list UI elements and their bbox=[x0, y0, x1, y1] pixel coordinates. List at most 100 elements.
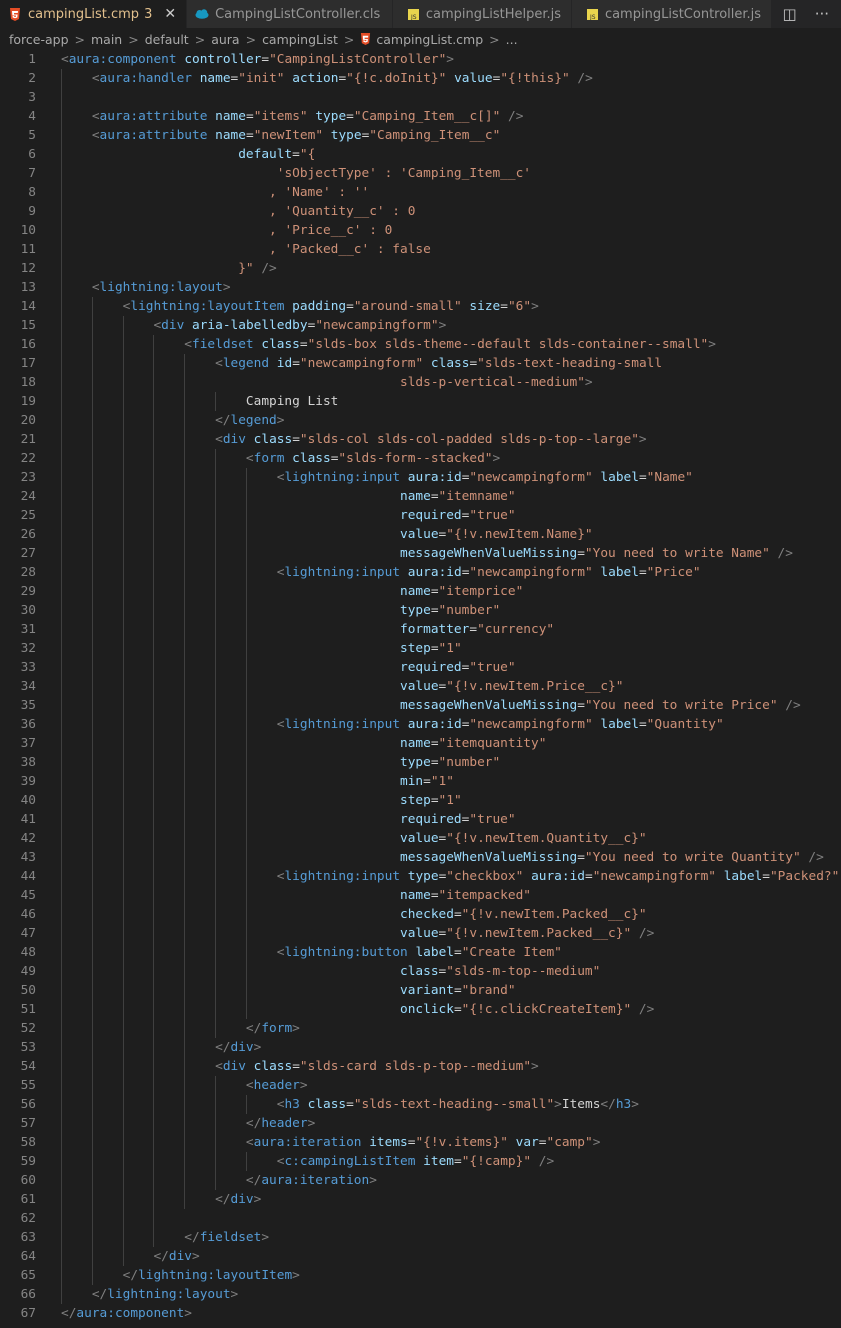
tab-campinglistcontroller-cls[interactable]: CampingListController.cls bbox=[187, 0, 394, 28]
code-line[interactable]: 11 , 'Packed__c' : false bbox=[0, 240, 841, 259]
code-line[interactable]: 24 name="itemname" bbox=[0, 487, 841, 506]
breadcrumb-item[interactable]: main bbox=[91, 32, 122, 47]
code-line[interactable]: 13 <lightning:layout> bbox=[0, 278, 841, 297]
code-editor[interactable]: 1 <aura:component controller="CampingList… bbox=[0, 50, 841, 1323]
code-line[interactable]: 63 </fieldset> bbox=[0, 1228, 841, 1247]
code-line[interactable]: 40 step="1" bbox=[0, 791, 841, 810]
code-line[interactable]: 21 <div class="slds-col slds-col-padded … bbox=[0, 430, 841, 449]
breadcrumb-item[interactable]: default bbox=[145, 32, 189, 47]
code-line[interactable]: 37 name="itemquantity" bbox=[0, 734, 841, 753]
code-line[interactable]: 60 </aura:iteration> bbox=[0, 1171, 841, 1190]
code-line[interactable]: 26 value="{!v.newItem.Name}" bbox=[0, 525, 841, 544]
code-line[interactable]: 48 <lightning:button label="Create Item" bbox=[0, 943, 841, 962]
code-token: </ bbox=[61, 1306, 77, 1321]
code-line[interactable]: 50 variant="brand" bbox=[0, 981, 841, 1000]
indent-guide bbox=[91, 297, 93, 316]
code-line[interactable]: 8 , 'Name' : '' bbox=[0, 183, 841, 202]
code-line[interactable]: 56 <h3 class="slds-text-heading--small">… bbox=[0, 1095, 841, 1114]
code-line[interactable]: 28 <lightning:input aura:id="newcampingf… bbox=[0, 563, 841, 582]
indent-guide bbox=[122, 924, 124, 943]
code-line[interactable]: 65 </lightning:layoutItem> bbox=[0, 1266, 841, 1285]
tab-campinglistcontroller-js[interactable]: JS campingListController.js bbox=[572, 0, 773, 28]
code-text: required="true" bbox=[36, 506, 516, 525]
code-line[interactable]: 16 <fieldset class="slds-box slds-theme-… bbox=[0, 335, 841, 354]
code-text: <c:campingListItem item="{!camp}" /> bbox=[36, 1152, 554, 1171]
code-line[interactable]: 66 </lightning:layout> bbox=[0, 1285, 841, 1304]
code-line[interactable]: 25 required="true" bbox=[0, 506, 841, 525]
code-line[interactable]: 27 messageWhenValueMissing="You need to … bbox=[0, 544, 841, 563]
code-line[interactable]: 9 , 'Quantity__c' : 0 bbox=[0, 202, 841, 221]
code-line[interactable]: 31 formatter="currency" bbox=[0, 620, 841, 639]
indent-guide bbox=[245, 753, 247, 772]
code-line[interactable]: 38 type="number" bbox=[0, 753, 841, 772]
tab-campinglist-cmp[interactable]: campingList.cmp 3 ✕ bbox=[0, 0, 188, 28]
code-line[interactable]: 17 <legend id="newcampingform" class="sl… bbox=[0, 354, 841, 373]
code-line[interactable]: 2 <aura:handler name="init" action="{!c.… bbox=[0, 69, 841, 88]
code-line[interactable]: 19 Camping List bbox=[0, 392, 841, 411]
code-line[interactable]: 53 </div> bbox=[0, 1038, 841, 1057]
code-token: > bbox=[184, 1306, 193, 1321]
code-line[interactable]: 22 <form class="slds-form--stacked"> bbox=[0, 449, 841, 468]
code-line[interactable]: 32 step="1" bbox=[0, 639, 841, 658]
code-line[interactable]: 1 <aura:component controller="CampingList… bbox=[0, 50, 841, 69]
code-line[interactable]: 52 </form> bbox=[0, 1019, 841, 1038]
code-line[interactable]: 33 required="true" bbox=[0, 658, 841, 677]
code-line[interactable]: 47 value="{!v.newItem.Packed__c}" /> bbox=[0, 924, 841, 943]
more-icon[interactable]: ··· bbox=[815, 5, 829, 23]
code-line[interactable]: 6 default="{ bbox=[0, 145, 841, 164]
code-line[interactable]: 45 name="itempacked" bbox=[0, 886, 841, 905]
breadcrumb-item[interactable]: aura bbox=[211, 32, 239, 47]
code-line[interactable]: 61 </div> bbox=[0, 1190, 841, 1209]
code-line[interactable]: 49 class="slds-m-top--medium" bbox=[0, 962, 841, 981]
code-line[interactable]: 12 }" /> bbox=[0, 259, 841, 278]
close-icon[interactable]: ✕ bbox=[164, 6, 176, 22]
code-line[interactable]: 29 name="itemprice" bbox=[0, 582, 841, 601]
code-line[interactable]: 64 </div> bbox=[0, 1247, 841, 1266]
code-line[interactable]: 15 <div aria-labelledby="newcampingform"… bbox=[0, 316, 841, 335]
code-line[interactable]: 41 required="true" bbox=[0, 810, 841, 829]
code-line[interactable]: 44 <lightning:input type="checkbox" aura… bbox=[0, 867, 841, 886]
code-line[interactable]: 23 <lightning:input aura:id="newcampingf… bbox=[0, 468, 841, 487]
code-text: <aura:attribute name="newItem" type="Cam… bbox=[36, 126, 500, 145]
indent-guide bbox=[61, 468, 62, 487]
code-line[interactable]: 5 <aura:attribute name="newItem" type="C… bbox=[0, 126, 841, 145]
code-line[interactable]: 4 <aura:attribute name="items" type="Cam… bbox=[0, 107, 841, 126]
code-line[interactable]: 57 </header> bbox=[0, 1114, 841, 1133]
code-line[interactable]: 10 , 'Price__c' : 0 bbox=[0, 221, 841, 240]
code-line[interactable]: 35 messageWhenValueMissing="You need to … bbox=[0, 696, 841, 715]
code-line[interactable]: 30 type="number" bbox=[0, 601, 841, 620]
code-line[interactable]: 20 </legend> bbox=[0, 411, 841, 430]
split-editor-icon[interactable]: ◫ bbox=[783, 5, 797, 23]
code-line[interactable]: 42 value="{!v.newItem.Quantity__c}" bbox=[0, 829, 841, 848]
code-line[interactable]: 54 <div class="slds-card slds-p-top--med… bbox=[0, 1057, 841, 1076]
breadcrumb-item[interactable]: ... bbox=[506, 32, 518, 47]
indent-guide bbox=[61, 88, 62, 107]
code-line[interactable]: 39 min="1" bbox=[0, 772, 841, 791]
indent-guide bbox=[61, 658, 62, 677]
code-line[interactable]: 3 bbox=[0, 88, 841, 107]
breadcrumb-item[interactable]: campingList bbox=[262, 32, 338, 47]
indent-guide bbox=[153, 354, 155, 373]
breadcrumb-item[interactable]: campingList.cmp bbox=[376, 32, 483, 47]
code-line[interactable]: 43 messageWhenValueMissing="You need to … bbox=[0, 848, 841, 867]
code-line[interactable]: 59 <c:campingListItem item="{!camp}" /> bbox=[0, 1152, 841, 1171]
code-line[interactable]: 58 <aura:iteration items="{!v.items}" va… bbox=[0, 1133, 841, 1152]
indent-guide bbox=[91, 677, 93, 696]
code-token: header bbox=[261, 1116, 308, 1131]
code-line[interactable]: 14 <lightning:layoutItem padding="around… bbox=[0, 297, 841, 316]
code-token: name bbox=[215, 128, 246, 143]
code-line[interactable]: 55 <header> bbox=[0, 1076, 841, 1095]
code-token: = bbox=[346, 299, 354, 314]
tab-campinglisthelper-js[interactable]: JS campingListHelper.js bbox=[393, 0, 573, 28]
code-line[interactable]: 51 onclick="{!c.clickCreateItem}" /> bbox=[0, 1000, 841, 1019]
code-line[interactable]: 67 </aura:component> bbox=[0, 1304, 841, 1323]
code-line[interactable]: 34 value="{!v.newItem.Price__c}" bbox=[0, 677, 841, 696]
code-token: "brand" bbox=[461, 983, 516, 998]
breadcrumb-item[interactable]: force-app bbox=[9, 32, 69, 47]
code-line[interactable]: 7 'sObjectType' : 'Camping_Item__c' bbox=[0, 164, 841, 183]
code-line[interactable]: 62 bbox=[0, 1209, 841, 1228]
code-line[interactable]: 46 checked="{!v.newItem.Packed__c}" bbox=[0, 905, 841, 924]
code-line[interactable]: 36 <lightning:input aura:id="newcampingf… bbox=[0, 715, 841, 734]
code-line[interactable]: 18 slds-p-vertical--medium"> bbox=[0, 373, 841, 392]
